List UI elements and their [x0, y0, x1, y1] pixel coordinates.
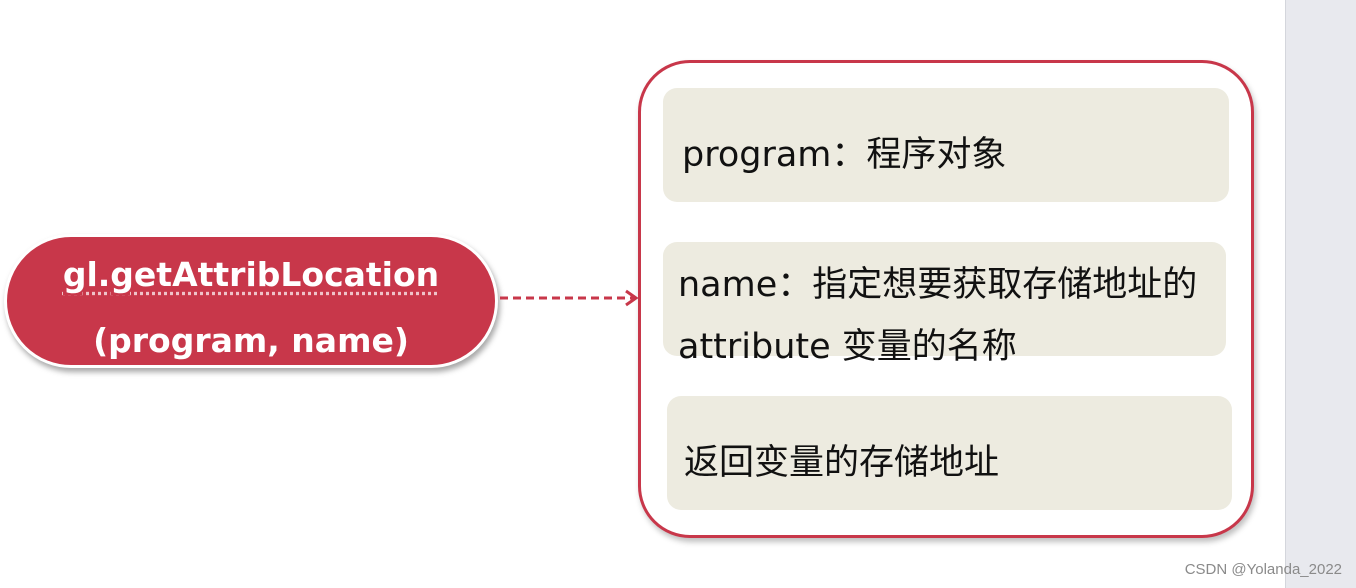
- param-program-box: program：程序对象: [663, 88, 1229, 202]
- side-panel: [1285, 0, 1356, 588]
- param-name-text-line2: attribute 变量的名称: [678, 327, 1017, 367]
- dashed-arrow-connector: [500, 289, 639, 307]
- param-program-text: program：程序对象: [682, 135, 1007, 175]
- return-value-text: 返回变量的存储地址: [684, 443, 1000, 483]
- return-value-box: 返回变量的存储地址: [667, 396, 1232, 510]
- function-node: gl.getAttribLocation (program, name): [4, 234, 498, 368]
- param-name-text-line1: name：指定想要获取存储地址的: [678, 265, 1198, 305]
- function-name: gl.getAttribLocation: [62, 255, 440, 294]
- param-name-box: name：指定想要获取存储地址的 attribute 变量的名称: [663, 242, 1226, 367]
- function-args: (program, name): [93, 321, 409, 360]
- watermark: CSDN @Yolanda_2022: [1184, 561, 1342, 578]
